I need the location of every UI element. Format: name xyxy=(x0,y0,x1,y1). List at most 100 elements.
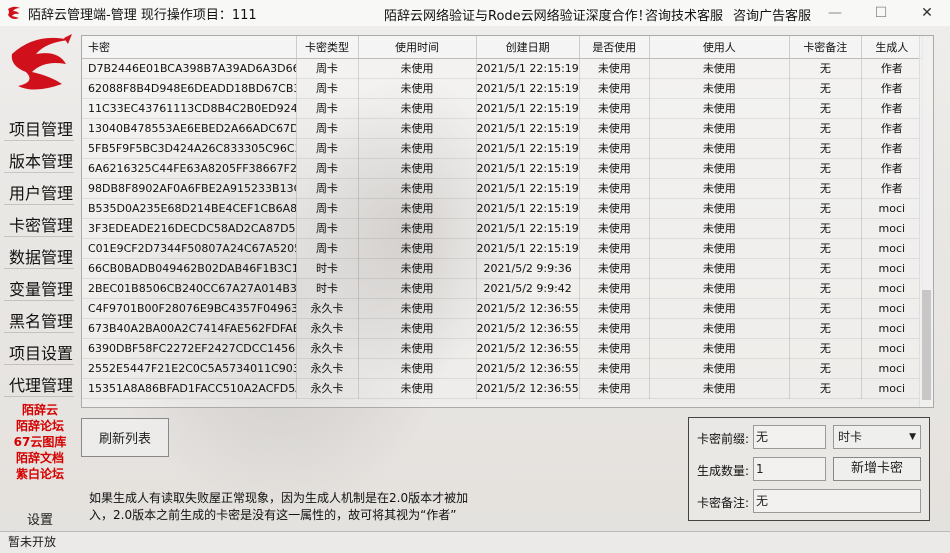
card-type-value: 时卡 xyxy=(838,430,863,444)
table-row[interactable]: 15351A8A86BFAD1FACC510A2ACFD5A61 永久卡 未使用 20… xyxy=(82,378,923,399)
link-mociyun[interactable]: 陌辞云 xyxy=(0,402,80,418)
table-cell: 周卡 xyxy=(296,58,359,79)
settings-button[interactable]: 设置 xyxy=(27,509,53,528)
brand-logo xyxy=(11,34,72,90)
table-cell: 无 xyxy=(789,198,862,219)
vertical-scrollbar[interactable] xyxy=(919,36,933,407)
column-header[interactable]: 卡密类型 xyxy=(296,36,359,59)
table-row[interactable]: 2552E5447F21E2C0C5A5734011C9037F 永久卡 未使用 20… xyxy=(82,358,923,379)
table-cell: 未使用 xyxy=(358,278,477,299)
sidebar-divider xyxy=(4,172,74,173)
link-moci-docs[interactable]: 陌辞文档 xyxy=(0,450,80,466)
sidebar-divider xyxy=(4,332,74,333)
table-cell: 98DB8F8902AF0A6FBE2A915233B13C45 xyxy=(82,178,297,199)
table-row[interactable]: 66CB0BADB049462B02DAB46F1B3C10A6时卡未使用202… xyxy=(82,258,923,279)
table-row[interactable]: 6390DBF58FC2272EF2427CDCC1456855 永久卡 未使用 20… xyxy=(82,338,923,359)
ads-support-link[interactable]: 咨询广告客服 xyxy=(733,5,811,24)
prefix-input[interactable]: 无 xyxy=(753,425,826,449)
table-row[interactable]: 98DB8F8902AF0A6FBE2A915233B13C45 周卡 未使用 202… xyxy=(82,178,923,199)
window-title: 陌辞云管理端-管理 现行操作项目：111 xyxy=(28,7,257,23)
table-cell: 周卡 xyxy=(296,78,359,99)
sidebar-item-projects[interactable]: 项目管理 xyxy=(9,116,73,140)
sidebar-links: 陌辞云 陌辞论坛 67云图库 陌辞文档 紫白论坛 xyxy=(0,402,80,482)
table-cell: 未使用 xyxy=(579,178,650,199)
table-row[interactable]: 2BEC01B8506CB240CC67A27A014B3E1A 时卡 未使用 202… xyxy=(82,278,923,299)
link-zibai-forum[interactable]: 紫白论坛 xyxy=(0,466,80,482)
prefix-label: 卡密前缀: xyxy=(697,432,750,446)
sidebar-item-users[interactable]: 用户管理 xyxy=(9,180,73,204)
table-cell: 未使用 xyxy=(358,338,477,359)
table-cell: 周卡 xyxy=(296,98,359,119)
table-row[interactable]: 11C33EC43761113CD8B4C2B0ED924091 周卡 未使用 202… xyxy=(82,98,923,119)
table-cell: 未使用 xyxy=(649,78,790,99)
app-logo-icon xyxy=(8,6,20,19)
table-cell: 未使用 xyxy=(579,158,650,179)
table-cell: 2021/5/1 22:15:19 xyxy=(476,138,580,159)
table-row[interactable]: 3F3EDEADE216DECDC58AD2CA87D562…周卡未使用2021… xyxy=(82,218,923,239)
sidebar-item-cards[interactable]: 卡密管理 xyxy=(9,212,73,236)
status-text: 暂未开放 xyxy=(8,535,57,549)
card-table[interactable]: 卡密 卡密类型 使用时间 创建日期 是否使用 使用人 卡密备注 生成人 D7B2… xyxy=(81,35,934,408)
table-cell: 周卡 xyxy=(296,218,359,239)
table-cell: 2021/5/2 12:36:55 xyxy=(476,358,580,379)
table-row[interactable]: C4F9701B00F28076E9BC4357F0496369 永久卡 未使用 20… xyxy=(82,298,923,319)
sidebar-item-variables[interactable]: 变量管理 xyxy=(9,276,73,300)
column-header[interactable]: 使用时间 xyxy=(358,36,477,59)
table-cell: 3F3EDEADE216DECDC58AD2CA87D562… xyxy=(82,218,297,239)
table-cell: 无 xyxy=(789,378,862,399)
table-row[interactable]: 13040B478553AE6EBED2A66ADC67D1ED周卡未使用202… xyxy=(82,118,923,139)
sidebar-item-project-settings[interactable]: 项目设置 xyxy=(9,340,73,364)
table-cell: 周卡 xyxy=(296,118,359,139)
table-row[interactable]: 5FB5F9F5BC3D424A26C833305C96C386 周卡 未使用 202… xyxy=(82,138,923,159)
maximize-button[interactable]: ☐ xyxy=(864,0,898,26)
table-cell: 2021/5/1 22:15:19 xyxy=(476,118,580,139)
remark-input[interactable]: 无 xyxy=(753,489,921,513)
minimize-button[interactable]: — xyxy=(818,0,852,26)
column-header[interactable]: 创建日期 xyxy=(476,36,580,59)
scrollbar-thumb[interactable] xyxy=(922,290,931,400)
table-cell: 未使用 xyxy=(649,318,790,339)
table-row[interactable]: C01E9CF2D7344F50807A24C67A5205B2 周卡 未使用 202… xyxy=(82,238,923,259)
table-cell: 无 xyxy=(789,58,862,79)
link-67-gallery[interactable]: 67云图库 xyxy=(0,434,80,450)
column-header[interactable]: 使用人 xyxy=(649,36,790,59)
card-type-select[interactable]: 时卡 ▼ xyxy=(833,425,921,449)
link-moci-forum[interactable]: 陌辞论坛 xyxy=(0,418,80,434)
table-cell: 未使用 xyxy=(579,378,650,399)
table-cell: 永久卡 xyxy=(296,378,359,399)
table-cell: 2021/5/1 22:15:19 xyxy=(476,58,580,79)
table-row[interactable]: 673B40A2BA00A2C7414FAE562FDFAED4 永久卡 未使用 20… xyxy=(82,318,923,339)
table-cell: C4F9701B00F28076E9BC4357F0496369 xyxy=(82,298,297,319)
close-button[interactable]: ✕ xyxy=(910,0,944,26)
table-cell: 未使用 xyxy=(358,78,477,99)
table-row[interactable]: B535D0A235E68D214BE4CEF1CB6A84A7 周卡 未使用 202… xyxy=(82,198,923,219)
table-cell: 未使用 xyxy=(358,58,477,79)
sidebar-item-data[interactable]: 数据管理 xyxy=(9,244,73,268)
table-cell: 2021/5/1 22:15:19 xyxy=(476,218,580,239)
count-input[interactable]: 1 xyxy=(753,457,826,481)
table-cell: 2021/5/2 12:36:55 xyxy=(476,298,580,319)
sidebar-item-blacklist[interactable]: 黑名管理 xyxy=(9,308,73,332)
table-row[interactable]: 62088F8B4D948E6DEADD18BD67CB34D…周卡未使用202… xyxy=(82,78,923,99)
add-card-button[interactable]: 新增卡密 xyxy=(833,457,921,481)
column-header[interactable]: 生成人 xyxy=(861,36,923,59)
table-cell: 未使用 xyxy=(358,178,477,199)
table-cell: 未使用 xyxy=(649,238,790,259)
table-cell: 2021/5/2 12:36:55 xyxy=(476,338,580,359)
table-cell: 作者 xyxy=(861,118,923,139)
refresh-list-button[interactable]: 刷新列表 xyxy=(81,418,169,457)
table-cell: 未使用 xyxy=(358,98,477,119)
table-cell: 未使用 xyxy=(358,238,477,259)
tech-support-link[interactable]: 咨询技术客服 xyxy=(645,5,723,24)
column-header[interactable]: 卡密 xyxy=(82,36,297,59)
table-row[interactable]: D7B2446E01BCA398B7A39AD6A3D668F5周卡未使用202… xyxy=(82,58,923,79)
sidebar-item-versions[interactable]: 版本管理 xyxy=(9,148,73,172)
column-header[interactable]: 卡密备注 xyxy=(789,36,862,59)
table-cell: 未使用 xyxy=(649,58,790,79)
table-cell: 无 xyxy=(789,158,862,179)
column-header[interactable]: 是否使用 xyxy=(579,36,650,59)
table-cell: 2021/5/1 22:15:19 xyxy=(476,98,580,119)
table-row[interactable]: 6A6216325C44FE63A8205FF38667F2DA 周卡 未使用 202… xyxy=(82,158,923,179)
sidebar-item-agents[interactable]: 代理管理 xyxy=(9,372,73,396)
table-cell: 66CB0BADB049462B02DAB46F1B3C10A6 xyxy=(82,258,297,279)
